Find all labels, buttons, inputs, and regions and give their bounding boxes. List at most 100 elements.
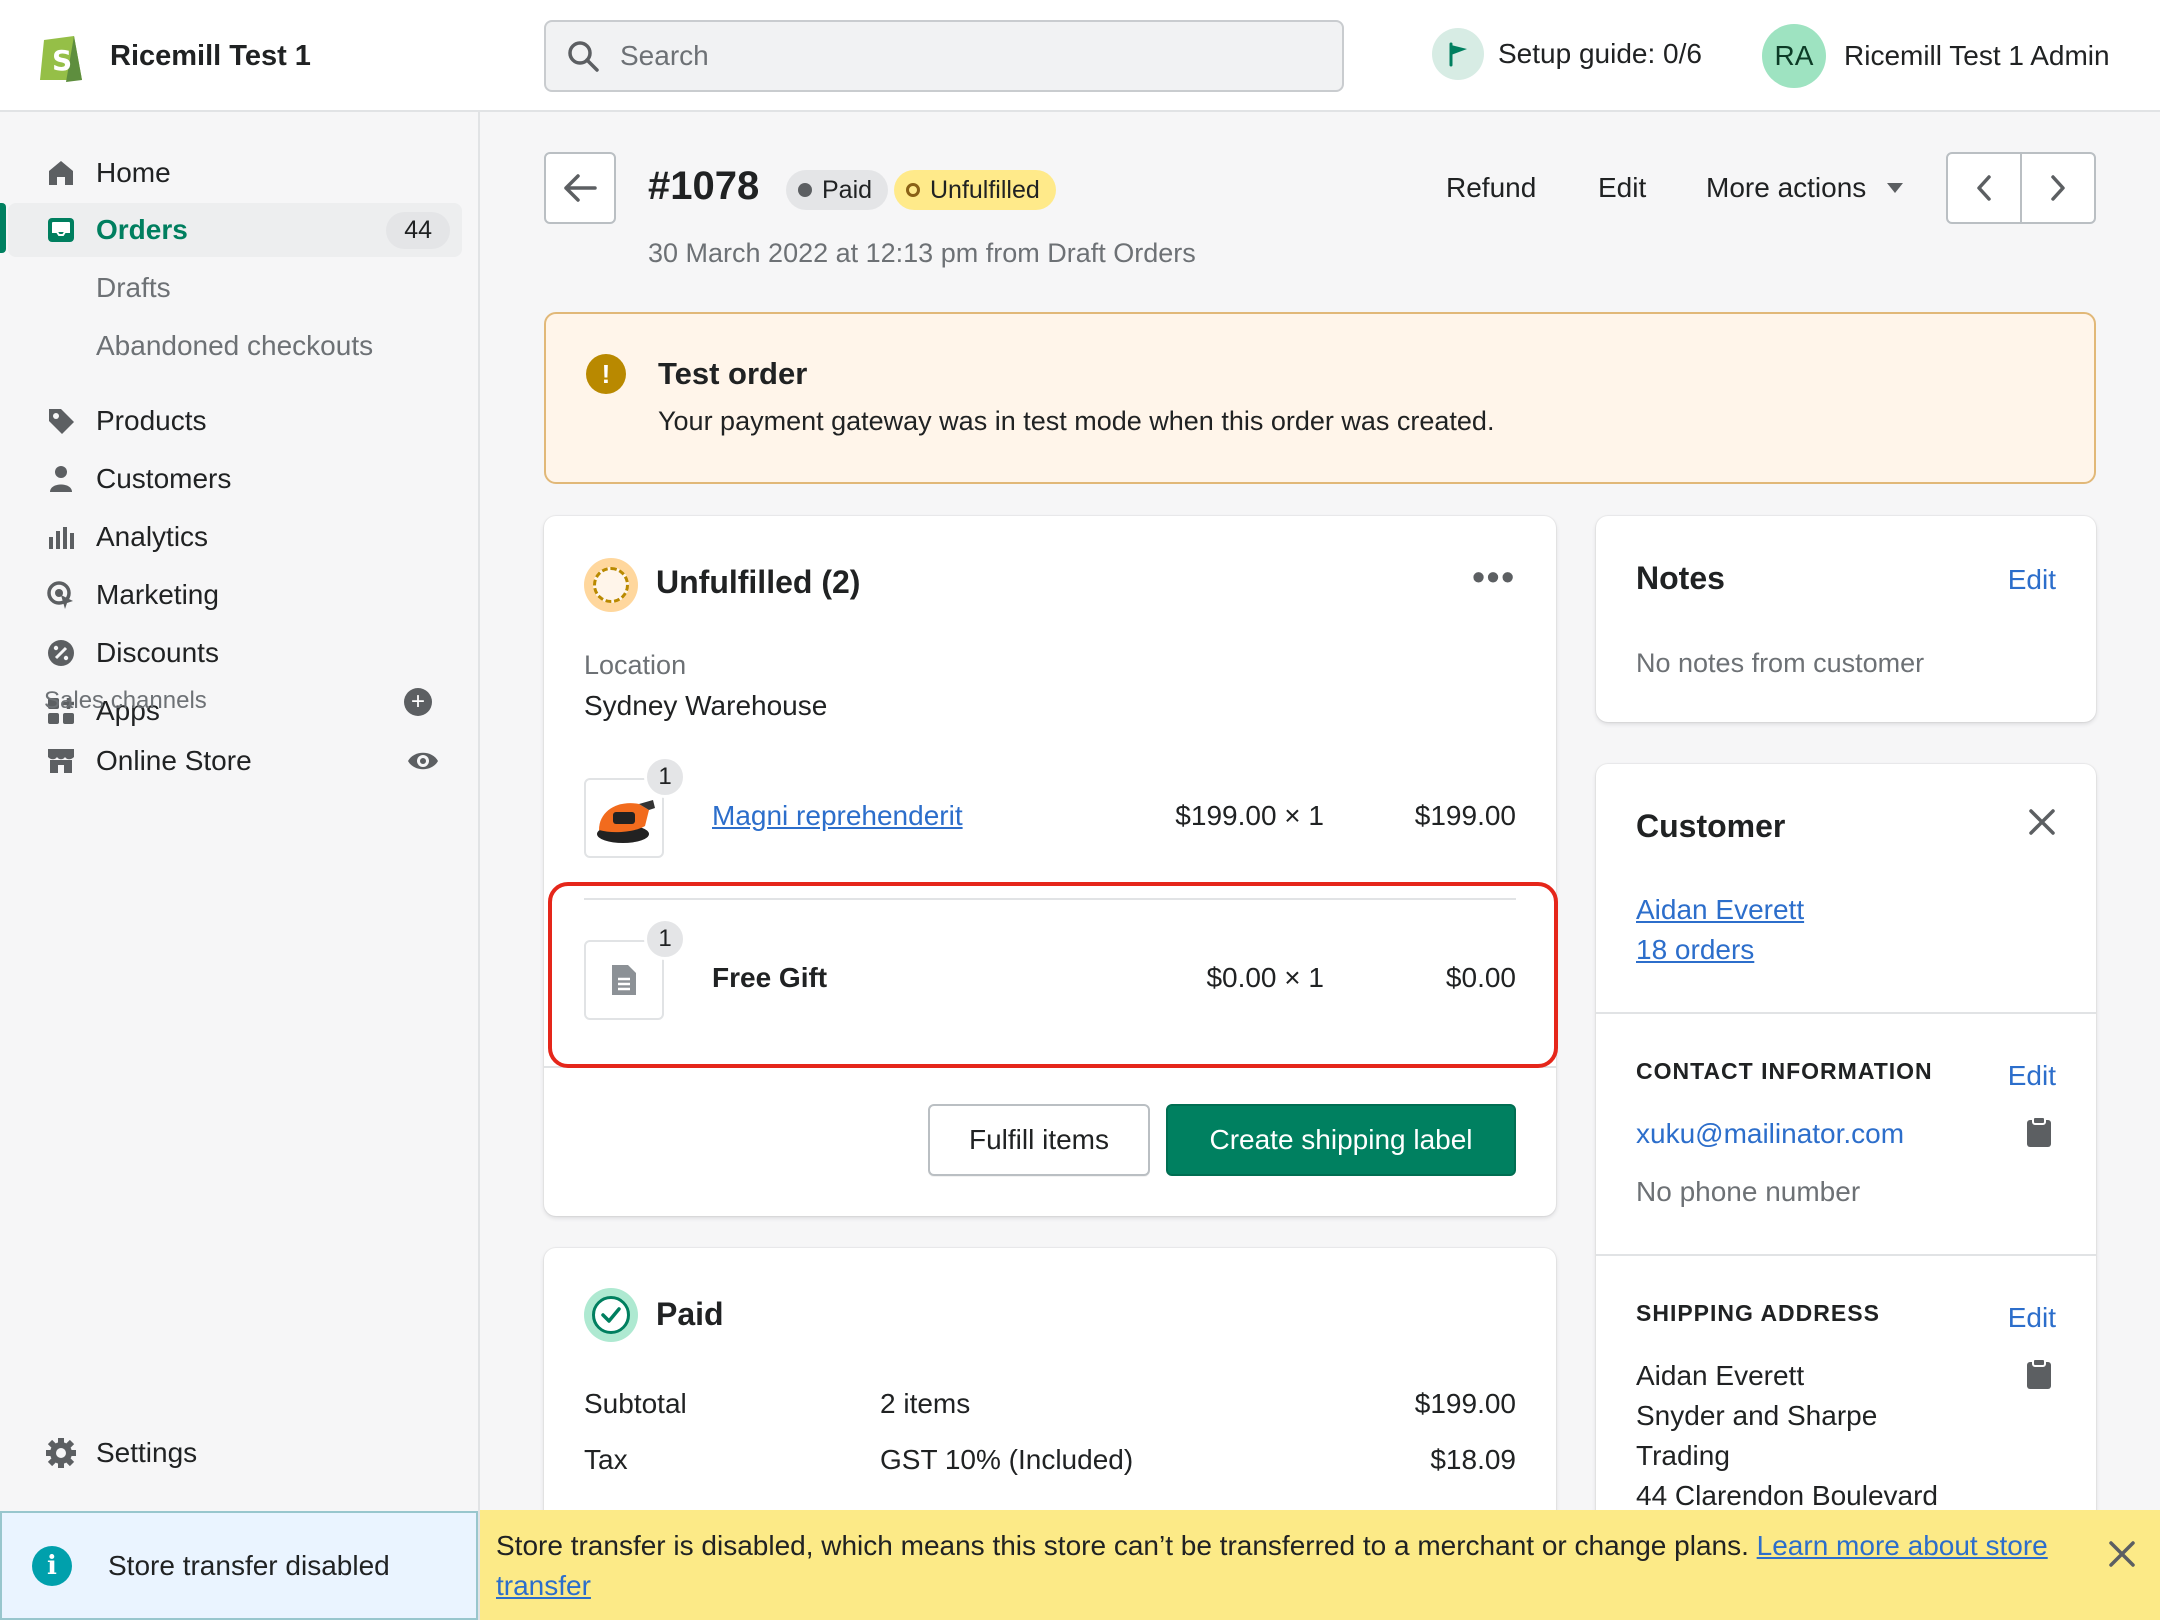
chevron-left-icon — [1977, 175, 1991, 201]
sidebar-subitem-abandoned-checkouts[interactable]: Abandoned checkouts — [96, 330, 373, 362]
order-pager — [1946, 152, 2096, 224]
previous-order-button[interactable] — [1948, 154, 2022, 222]
sidebar-item-settings[interactable]: Settings — [8, 1426, 462, 1480]
store-transfer-disabled-notice[interactable]: i Store transfer disabled — [0, 1511, 478, 1620]
sidebar-item-discounts[interactable]: Discounts — [8, 626, 462, 680]
setup-guide-label: Setup guide: 0/6 — [1498, 38, 1702, 69]
contact-information-title: CONTACT INFORMATION — [1636, 1058, 1933, 1084]
sidebar-item-analytics[interactable]: Analytics — [8, 510, 462, 564]
warning-icon: ! — [586, 354, 626, 394]
dismiss-notice-icon[interactable] — [2108, 1540, 2136, 1573]
orders-count-badge: 44 — [386, 211, 450, 249]
edit-order-button[interactable]: Edit — [1598, 172, 1646, 204]
create-shipping-label-button[interactable]: Create shipping label — [1166, 1104, 1516, 1176]
sidebar-item-label: Customers — [96, 463, 232, 494]
marketing-icon — [44, 578, 78, 612]
clipboard-copy-icon[interactable] — [2026, 1358, 2052, 1390]
sidebar-item-label: Home — [96, 157, 171, 188]
address-line: Snyder and Sharpe — [1636, 1400, 1878, 1431]
home-icon — [44, 156, 78, 190]
address-line: 44 Clarendon Boulevard — [1636, 1480, 1938, 1511]
customer-name-link[interactable]: Aidan Everett — [1636, 894, 1804, 926]
unfulfilled-title: Unfulfilled (2) — [656, 564, 861, 600]
store-transfer-message: Store transfer is disabled, which means … — [496, 1526, 2056, 1606]
customer-email-link[interactable]: xuku@mailinator.com — [1636, 1118, 1904, 1150]
paid-check-icon — [584, 1288, 638, 1342]
address-line: Trading — [1636, 1440, 1730, 1471]
orders-icon — [44, 213, 78, 247]
store-name: Ricemill Test 1 — [110, 39, 311, 72]
store-transfer-notice-bar: Store transfer is disabled, which means … — [480, 1510, 2160, 1620]
order-subline: 30 March 2022 at 12:13 pm from Draft Ord… — [648, 238, 1196, 268]
tag-icon — [44, 404, 78, 438]
sidebar-item-label: Marketing — [96, 579, 219, 610]
next-order-button[interactable] — [2022, 154, 2094, 222]
subtotal-label: Subtotal — [584, 1388, 687, 1419]
line-total: $199.00 — [1414, 800, 1516, 831]
phone-number-text: No phone number — [1636, 1176, 1861, 1207]
subtotal-value: $199.00 — [1414, 1388, 1516, 1419]
search-icon — [568, 41, 599, 72]
store-brand[interactable]: S Ricemill Test 1 — [36, 28, 311, 84]
remove-customer-icon[interactable] — [2028, 808, 2056, 841]
sidebar-item-online-store[interactable]: Online Store — [8, 734, 462, 788]
info-icon: i — [32, 1545, 72, 1586]
more-options-icon[interactable]: ••• — [1472, 556, 1516, 598]
sidebar-item-label: Analytics — [96, 521, 209, 552]
fulfill-items-button[interactable]: Fulfill items — [928, 1104, 1150, 1176]
banner-message: Your payment gateway was in test mode wh… — [658, 406, 1495, 436]
sidebar-subitem-drafts[interactable]: Drafts — [96, 272, 171, 304]
shipping-address-title: SHIPPING ADDRESS — [1636, 1300, 1880, 1326]
discount-icon — [44, 636, 78, 670]
edit-shipping-address-button[interactable]: Edit — [2008, 1302, 2056, 1334]
payment-status-badge: Paid — [786, 170, 889, 210]
customer-card: Customer Aidan Everett 18 orders CONTACT… — [1596, 764, 2096, 1620]
eye-icon[interactable] — [406, 746, 440, 781]
edit-contact-button[interactable]: Edit — [2008, 1060, 2056, 1092]
sidebar-item-orders[interactable]: Orders 44 — [8, 203, 462, 257]
status-dot-icon — [798, 183, 812, 197]
section-divider — [1596, 1012, 2096, 1014]
caret-down-icon — [1887, 183, 1904, 193]
edit-notes-button[interactable]: Edit — [2008, 564, 2056, 596]
add-channel-icon[interactable]: + — [404, 688, 432, 716]
chevron-right-icon — [2051, 175, 2065, 201]
location-label: Location — [584, 650, 687, 680]
top-bar: S Ricemill Test 1 Search Setup guide: 0/… — [0, 0, 2160, 112]
notes-empty-text: No notes from customer — [1636, 648, 1925, 678]
svg-text:S: S — [52, 44, 72, 77]
sidebar-item-label: Orders — [96, 214, 188, 245]
account-menu[interactable]: RA Ricemill Test 1 Admin — [1762, 24, 2110, 88]
gear-icon — [44, 1436, 78, 1470]
fulfillment-status-badge: Unfulfilled — [894, 170, 1056, 210]
search-input[interactable]: Search — [544, 20, 1344, 92]
unit-price: $199.00 × 1 — [1175, 800, 1324, 831]
sidebar-item-customers[interactable]: Customers — [8, 452, 462, 506]
tax-label: Tax — [584, 1444, 628, 1475]
section-divider — [1596, 1254, 2096, 1256]
sander-product-image-icon — [597, 800, 655, 843]
payment-status-label: Paid — [822, 175, 873, 204]
refund-button[interactable]: Refund — [1446, 172, 1536, 204]
product-link[interactable]: Magni reprehenderit — [712, 800, 963, 832]
more-actions-button[interactable]: More actions — [1706, 172, 1904, 204]
sidebar-item-label: Discounts — [96, 637, 219, 668]
customer-orders-link[interactable]: 18 orders — [1636, 934, 1754, 966]
setup-guide-button[interactable]: Setup guide: 0/6 — [1432, 28, 1702, 80]
notes-card: Notes Edit No notes from customer — [1596, 516, 2096, 722]
highlight-annotation — [548, 882, 1558, 1068]
back-button[interactable] — [544, 152, 616, 224]
sidebar-item-marketing[interactable]: Marketing — [8, 568, 462, 622]
search-placeholder: Search — [620, 40, 709, 71]
clipboard-copy-icon[interactable] — [2026, 1116, 2052, 1148]
store-icon — [44, 744, 78, 778]
sidebar-item-products[interactable]: Products — [8, 394, 462, 448]
quantity-badge: 1 — [644, 756, 686, 798]
paid-title: Paid — [656, 1296, 724, 1332]
sidebar-item-label: Settings — [96, 1437, 198, 1468]
sidebar-item-home[interactable]: Home — [8, 146, 462, 200]
address-line: Aidan Everett — [1636, 1360, 1805, 1391]
avatar: RA — [1762, 24, 1826, 88]
person-icon — [44, 462, 78, 496]
test-order-banner: ! Test order Your payment gateway was in… — [544, 312, 2096, 484]
